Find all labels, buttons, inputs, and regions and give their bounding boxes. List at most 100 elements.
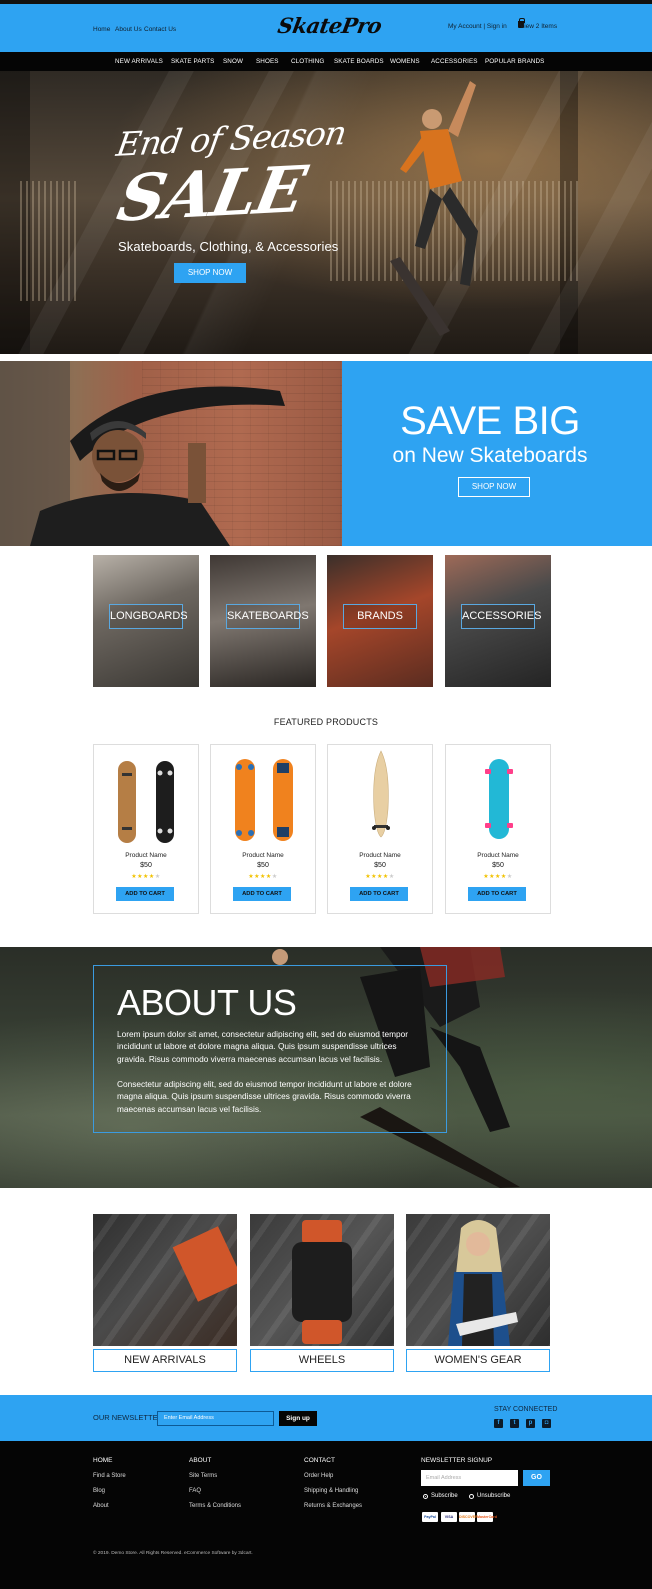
footer-link-returns[interactable]: Returns & Exchanges bbox=[304, 1503, 362, 1510]
add-to-cart-button[interactable]: ADD TO CART bbox=[350, 887, 408, 901]
facebook-icon[interactable]: f bbox=[494, 1419, 503, 1428]
woman-skater-figure bbox=[448, 1220, 518, 1346]
product-price: $50 bbox=[492, 862, 504, 869]
add-to-cart-button[interactable]: ADD TO CART bbox=[233, 887, 291, 901]
product-name: Product Name bbox=[359, 852, 401, 859]
newsletter-signup-button[interactable]: Sign up bbox=[279, 1411, 317, 1426]
twitter-icon[interactable]: t bbox=[510, 1419, 519, 1428]
discover-icon: DISCOVER bbox=[459, 1512, 478, 1522]
nav-item-skate-boards[interactable]: SKATE BOARDS bbox=[334, 58, 384, 65]
footer-link-blog[interactable]: Blog bbox=[93, 1488, 105, 1495]
promo-skater-image bbox=[0, 361, 285, 546]
category-tile-brands[interactable]: BRANDS bbox=[327, 555, 433, 687]
rating-stars: ★★★★★ bbox=[365, 874, 395, 880]
footer-link-faq[interactable]: FAQ bbox=[189, 1488, 201, 1495]
promo-title: SAVE BIG bbox=[400, 399, 580, 443]
product-name: Product Name bbox=[477, 852, 519, 859]
category-label: ACCESSORIES bbox=[461, 604, 541, 629]
cart-link[interactable]: View 2 Items bbox=[520, 23, 557, 30]
visa-icon: VISA bbox=[441, 1512, 457, 1522]
pinterest-icon[interactable]: p bbox=[526, 1419, 535, 1428]
newsletter-label: OUR NEWSLETTER bbox=[93, 1413, 164, 1422]
add-to-cart-button[interactable]: ADD TO CART bbox=[116, 887, 174, 901]
newsletter-email-input[interactable]: Enter Email Address bbox=[157, 1411, 274, 1426]
about-paragraph: Consectetur adipiscing elit, sed do eius… bbox=[117, 1079, 412, 1114]
footer-heading-contact: CONTACT bbox=[304, 1457, 335, 1464]
header-link-about[interactable]: About Us bbox=[115, 26, 142, 33]
promo-shop-now-button[interactable]: SHOP NOW bbox=[458, 477, 530, 497]
category-tile-accessories[interactable]: ACCESSORIES bbox=[445, 555, 551, 687]
product-image bbox=[485, 759, 513, 839]
header-link-home[interactable]: Home bbox=[93, 26, 110, 33]
add-to-cart-button[interactable]: ADD TO CART bbox=[468, 887, 526, 901]
subscribe-radio[interactable] bbox=[423, 1494, 428, 1499]
product-image bbox=[118, 761, 174, 843]
deck-nose-shape bbox=[302, 1320, 342, 1344]
footer-link-terms-conditions[interactable]: Terms & Conditions bbox=[189, 1503, 241, 1510]
copyright-text: © 2019. Demo Store. All Rights Reserved.… bbox=[93, 1551, 253, 1556]
paypal-icon: PayPal bbox=[422, 1512, 438, 1522]
subscribe-label: Subscribe bbox=[431, 1493, 458, 1499]
hero-subtitle: Skateboards, Clothing, & Accessories bbox=[118, 239, 339, 254]
product-card[interactable]: Product Name $50 ★★★★★ ADD TO CART bbox=[327, 744, 433, 914]
truck-shape bbox=[292, 1242, 352, 1322]
nav-item-new-arrivals[interactable]: NEW ARRIVALS bbox=[115, 58, 163, 65]
product-image bbox=[235, 759, 293, 841]
product-card[interactable]: Product Name $50 ★★★★★ ADD TO CART bbox=[93, 744, 199, 914]
category-label: SKATEBOARDS bbox=[226, 604, 309, 629]
about-paragraph: Lorem ipsum dolor sit amet, consectetur … bbox=[117, 1029, 408, 1064]
stay-connected-label: STAY CONNECTED bbox=[494, 1406, 558, 1413]
nav-item-popular-brands[interactable]: POPULAR BRANDS bbox=[485, 58, 545, 65]
bottom-category-link-new-arrivals[interactable]: NEW ARRIVALS bbox=[93, 1349, 237, 1372]
nav-item-snow[interactable]: SNOW bbox=[223, 58, 243, 65]
footer-heading-home: HOME bbox=[93, 1457, 113, 1464]
bottom-category-link-wheels[interactable]: WHEELS bbox=[250, 1349, 394, 1372]
nav-item-shoes[interactable]: SHOES bbox=[256, 58, 279, 65]
category-tile-skateboards[interactable]: SKATEBOARDS bbox=[210, 555, 316, 687]
footer-link-shipping[interactable]: Shipping & Handling bbox=[304, 1488, 358, 1495]
unsubscribe-radio[interactable] bbox=[469, 1494, 474, 1499]
promo-image[interactable] bbox=[0, 361, 342, 546]
nav-item-clothing[interactable]: CLOTHING bbox=[291, 58, 324, 65]
unsubscribe-label: Unsubscribe bbox=[477, 1493, 511, 1499]
rating-stars: ★★★★★ bbox=[248, 874, 278, 880]
hero-shop-now-button[interactable]: SHOP NOW bbox=[174, 263, 246, 283]
featured-title: FEATURED PRODUCTS bbox=[273, 717, 379, 727]
product-price: $50 bbox=[257, 862, 269, 869]
product-image bbox=[372, 750, 390, 838]
nav-item-accessories[interactable]: ACCESSORIES bbox=[431, 58, 478, 65]
footer-link-site-terms[interactable]: Site Terms bbox=[189, 1473, 217, 1480]
nav-item-womens[interactable]: WOMENS bbox=[390, 58, 420, 65]
footer-link-about[interactable]: About bbox=[93, 1503, 109, 1510]
site-logo[interactable]: SkatePro bbox=[276, 13, 384, 38]
header-link-contact[interactable]: Contact Us bbox=[144, 26, 176, 33]
footer-newsletter-heading: NEWSLETTER SIGNUP bbox=[421, 1457, 493, 1464]
about-title: ABOUT US bbox=[117, 982, 297, 1023]
deck-tail-shape bbox=[302, 1220, 342, 1244]
bottom-category-image-new-arrivals[interactable] bbox=[93, 1214, 237, 1346]
product-name: Product Name bbox=[125, 852, 167, 859]
product-price: $50 bbox=[140, 862, 152, 869]
bottom-category-image-womens-gear[interactable] bbox=[406, 1214, 550, 1346]
footer-link-order-help[interactable]: Order Help bbox=[304, 1473, 333, 1480]
product-name: Product Name bbox=[242, 852, 284, 859]
bottom-category-image-wheels[interactable] bbox=[250, 1214, 394, 1346]
main-nav bbox=[0, 52, 652, 71]
category-label: LONGBOARDS bbox=[109, 604, 188, 629]
footer-link-find-store[interactable]: Find a Store bbox=[93, 1473, 126, 1480]
product-price: $50 bbox=[374, 862, 386, 869]
nav-item-skate-parts[interactable]: SKATE PARTS bbox=[171, 58, 214, 65]
product-card[interactable]: Product Name $50 ★★★★★ ADD TO CART bbox=[445, 744, 551, 914]
instagram-icon[interactable]: ◘ bbox=[542, 1419, 551, 1428]
hero-heading-sale: SALE bbox=[111, 152, 311, 237]
rating-stars: ★★★★★ bbox=[483, 874, 513, 880]
bottom-category-link-womens-gear[interactable]: WOMEN'S GEAR bbox=[406, 1349, 550, 1372]
mastercard-icon: MasterCard bbox=[477, 1512, 497, 1522]
footer-go-button[interactable]: GO bbox=[523, 1470, 550, 1486]
product-card[interactable]: Product Name $50 ★★★★★ ADD TO CART bbox=[210, 744, 316, 914]
rating-stars: ★★★★★ bbox=[131, 874, 161, 880]
account-link[interactable]: My Account | Sign in bbox=[448, 23, 507, 30]
category-tile-longboards[interactable]: LONGBOARDS bbox=[93, 555, 199, 687]
footer-email-input[interactable]: Email Address bbox=[421, 1470, 518, 1486]
category-label: BRANDS bbox=[343, 604, 417, 629]
